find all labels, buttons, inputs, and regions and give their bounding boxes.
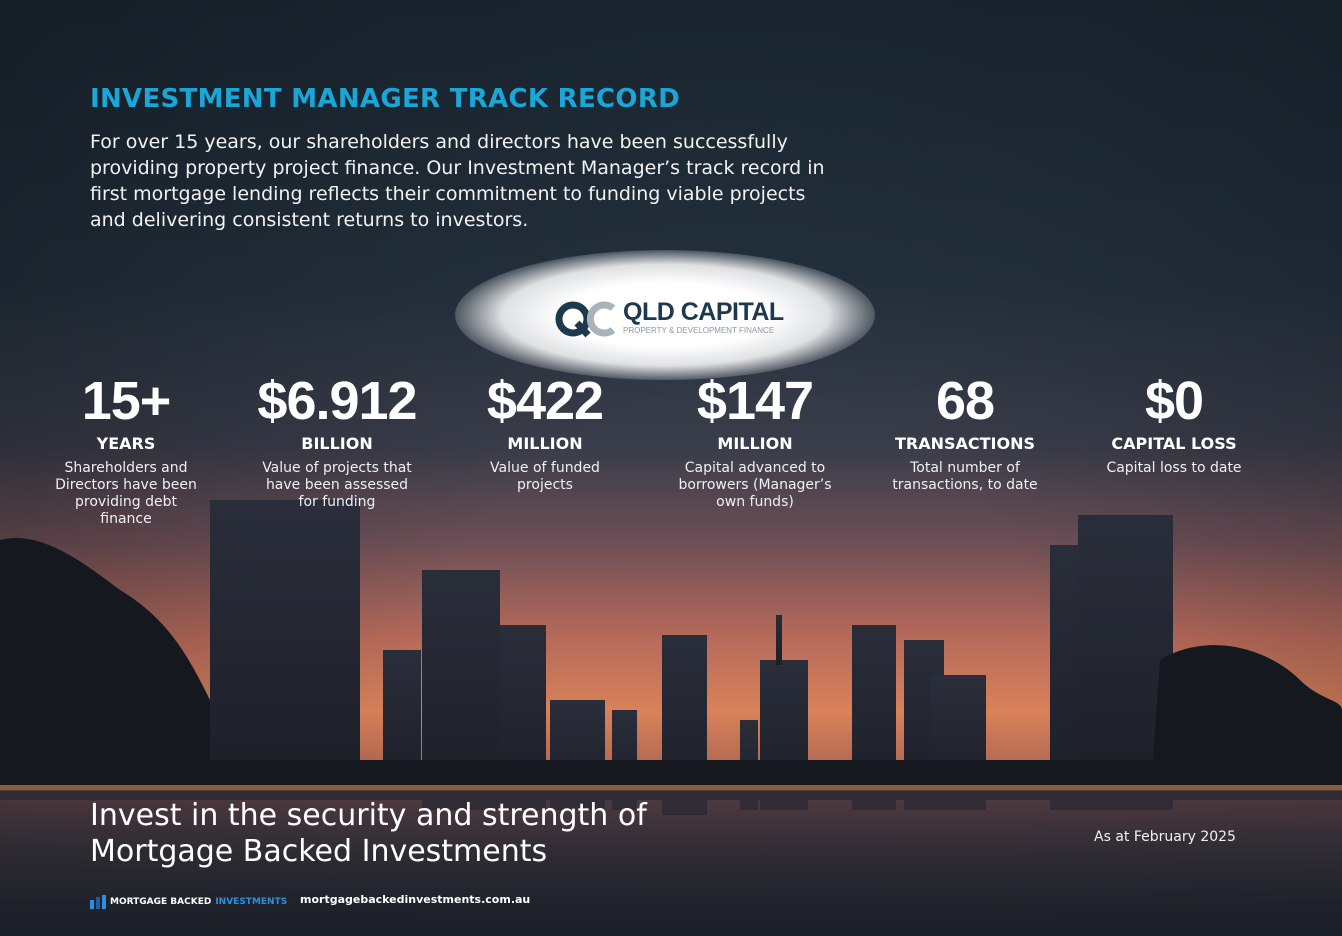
- tagline-line-1: Invest in the security and strength of: [90, 798, 647, 833]
- stat-description: Capital loss to date: [1106, 460, 1242, 476]
- mbi-brand-logo: MORTGAGE BACKED INVESTMENTS: [90, 895, 287, 909]
- stat-value: $147: [696, 371, 814, 431]
- qc-monogram-icon: [555, 301, 616, 338]
- stat-value: $422: [486, 371, 604, 431]
- closing-tagline: Invest in the security and strength of M…: [90, 798, 647, 870]
- stat-unit: CAPITAL LOSS: [1111, 434, 1237, 453]
- stat-description: Value of funded projects: [490, 460, 600, 493]
- stat-projects-assessed: $6.912 BILLION Value of projects that ha…: [247, 368, 427, 511]
- logo-tagline: PROPERTY & DEVELOPMENT FINANCE: [623, 326, 775, 335]
- brand-name-part1: MORTGAGE BACKED: [110, 897, 212, 907]
- mbi-logo-icon: [90, 895, 106, 909]
- qld-capital-logo: QLD CAPITAL PROPERTY & DEVELOPMENT FINAN…: [555, 297, 795, 341]
- stat-value: $6.912: [257, 371, 417, 431]
- stat-value: 15+: [81, 371, 172, 431]
- stat-unit: BILLION: [301, 434, 373, 453]
- logo-name: QLD CAPITAL: [623, 298, 784, 326]
- website-link[interactable]: mortgagebackedinvestments.com.au: [300, 893, 530, 906]
- stat-capital-advanced: $147 MILLION Capital advanced to borrowe…: [665, 368, 845, 511]
- stat-description: Total number of transactions, to date: [892, 460, 1038, 493]
- as-at-date: As at February 2025: [1094, 829, 1236, 845]
- stat-unit: TRANSACTIONS: [894, 434, 1036, 453]
- intro-paragraph: For over 15 years, our shareholders and …: [90, 131, 825, 231]
- page-title: INVESTMENT MANAGER TRACK RECORD: [90, 84, 681, 114]
- stat-description: Shareholders and Directors have been pro…: [55, 460, 197, 527]
- stat-value: 68: [935, 371, 995, 431]
- stat-unit: YEARS: [96, 434, 156, 453]
- brand-name-part2: INVESTMENTS: [215, 897, 288, 907]
- stat-capital-loss: $0 CAPITAL LOSS Capital loss to date: [1084, 368, 1264, 477]
- stat-transactions: 68 TRANSACTIONS Total number of transact…: [875, 368, 1055, 494]
- stat-years: 15+ YEARS Shareholders and Directors hav…: [36, 368, 216, 528]
- stat-description: Capital advanced to borrowers (Manager’s…: [678, 460, 832, 510]
- stat-value: $0: [1144, 371, 1204, 431]
- stat-unit: MILLION: [717, 434, 793, 453]
- tagline-line-2: Mortgage Backed Investments: [90, 834, 548, 869]
- stat-funded-projects: $422 MILLION Value of funded projects: [455, 368, 635, 494]
- stat-description: Value of projects that have been assesse…: [262, 460, 412, 510]
- stat-unit: MILLION: [507, 434, 583, 453]
